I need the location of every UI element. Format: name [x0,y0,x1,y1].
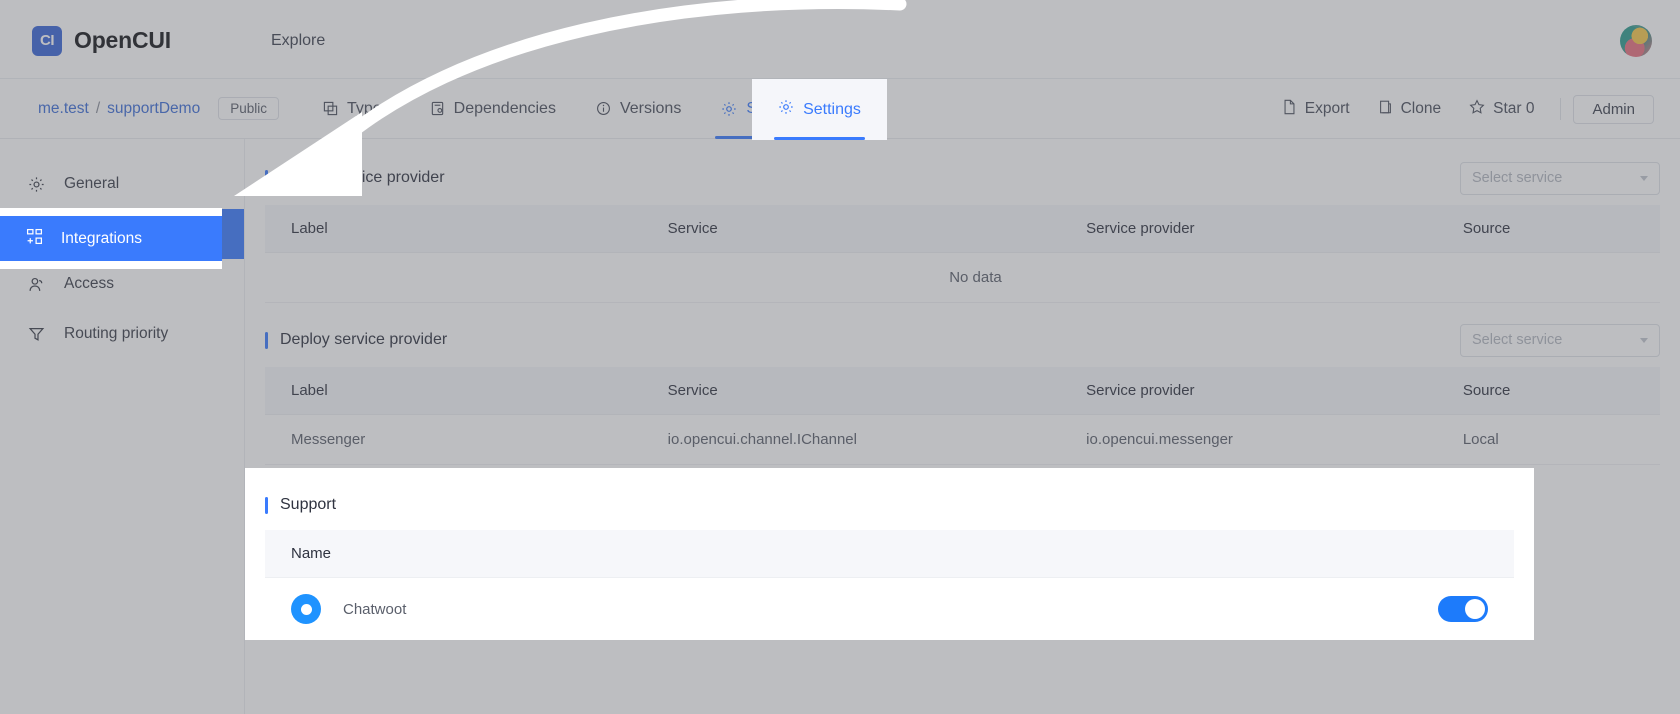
chevron-down-icon [1640,337,1648,343]
support-table: Name Chatwoot [265,530,1514,640]
column-header: Service [641,205,1061,253]
user-avatar[interactable] [1620,25,1652,57]
cell-source: Local [1436,414,1660,465]
action-label: Clone [1400,100,1442,117]
support-section-title: Support [265,496,336,514]
sidebar-item-integrations-highlighted[interactable]: Integrations [0,216,222,261]
table-header-row: Label Service Service provider Source [265,367,1660,415]
table-empty-row: No data [265,252,1660,303]
integration-name: Chatwoot [343,600,407,618]
sidebar-item-label: Routing priority [64,325,169,342]
debug-table: Label Service Service provider Source No… [265,205,1660,303]
tab-label: Versions [619,99,682,117]
deploy-section-header: Deploy service provider Select service [265,319,1660,361]
cell-service: io.opencui.channel.IChannel [641,414,1061,465]
select-placeholder: Select service [1472,170,1563,186]
empty-state-text: No data [265,252,1660,303]
screen: CI OpenCUI Explore me.test / supportDemo P… [0,0,1680,714]
deploy-table: Label Service Service provider Source Me… [265,367,1660,465]
debug-select-service[interactable]: Select service [1460,161,1660,195]
clone-button[interactable]: Clone [1364,99,1456,120]
project-tabs: Types Dependencies Versions [303,79,824,139]
section-title-text: Deploy service provider [280,331,448,348]
accent-bar [265,496,268,514]
column-header: Source [1436,367,1660,415]
support-section-header: Support [245,486,1534,524]
breadcrumb-project[interactable]: supportDemo [107,100,200,117]
support-section: Support Name Chatwoot [245,468,1534,640]
top-header: CI OpenCUI Explore [0,3,1680,79]
star-button[interactable]: Star 0 [1455,98,1548,120]
accent-bar [265,331,268,349]
accent-bar [265,169,268,187]
tab-versions[interactable]: Versions [576,79,701,139]
versions-icon [596,101,611,116]
admin-button[interactable]: Admin [1573,94,1654,124]
tab-settings-highlighted[interactable]: Settings [752,79,887,140]
visibility-badge: Public [218,97,279,120]
breadcrumb-separator: / [95,99,101,117]
cell-name: Chatwoot [265,577,1514,640]
gear-icon [778,99,794,120]
action-label: Star 0 [1493,100,1535,117]
column-header: Label [265,205,642,253]
export-button[interactable]: Export [1268,99,1364,120]
deploy-section-title: Deploy service provider [265,331,447,349]
person-icon [26,276,46,293]
funnel-icon [26,326,46,343]
action-label: Export [1304,100,1350,117]
types-icon [323,101,338,116]
spotlight-integrations-item: Integrations [0,208,222,269]
chatwoot-logo-icon [291,594,321,624]
column-header: Name [265,530,1514,578]
tab-label: Types [346,99,390,117]
table-row[interactable]: Messenger io.opencui.channel.IChannel io… [265,414,1660,465]
dependencies-icon [430,101,445,116]
column-header: Service provider [1060,205,1437,253]
debug-section-header: Debug service provider Select service [265,157,1660,199]
table-header-row: Label Service Service provider Source [265,205,1660,253]
debug-section-title: Debug service provider [265,169,445,187]
column-header: Service [641,367,1061,415]
sidebar-item-label: General [64,175,120,192]
sidebar-item-label: Access [64,275,114,292]
action-divider [1560,98,1562,120]
deploy-select-service[interactable]: Select service [1460,323,1660,357]
opencui-logo-icon: CI [32,25,62,56]
column-header: Label [265,367,642,415]
project-actions: Export Clone Star 0 Admin [1268,79,1654,139]
breadcrumb: me.test / supportDemo [38,100,200,118]
gear-icon [26,176,46,193]
cell-label: Messenger [265,414,642,465]
breadcrumb-owner[interactable]: me.test [38,100,89,117]
tab-dependencies[interactable]: Dependencies [410,79,576,139]
chevron-down-icon [1640,175,1648,181]
copy-icon [1378,99,1393,120]
brand-title: OpenCUI [74,27,171,53]
integrations-grid-icon [26,228,43,250]
tab-types[interactable]: Types [303,79,410,139]
star-icon [1469,98,1485,120]
column-header: Source [1436,205,1660,253]
table-row[interactable]: Chatwoot [265,577,1514,640]
section-title-text: Support [280,496,337,513]
gear-icon [721,101,737,117]
select-placeholder: Select service [1472,332,1563,348]
file-icon [1282,99,1297,120]
sidebar-item-general[interactable]: General [0,159,244,209]
brand-area[interactable]: CI OpenCUI [32,25,171,56]
chatwoot-row-content: Chatwoot [291,594,1514,624]
sidebar-item-routing-priority[interactable]: Routing priority [0,309,244,359]
tab-label: Dependencies [453,99,556,117]
explore-link[interactable]: Explore [271,32,325,50]
table-header-row: Name [265,530,1514,578]
sidebar-item-label: Integrations [61,229,142,247]
spotlight-settings-tab: Settings [752,79,887,140]
tab-label: Settings [803,100,861,118]
section-title-text: Debug service provider [280,169,445,186]
spotlight-support-panel: Support Name Chatwoot [245,468,1534,640]
chatwoot-enable-toggle[interactable] [1438,596,1488,622]
column-header: Service provider [1060,367,1437,415]
cell-provider: io.opencui.messenger [1060,414,1437,465]
